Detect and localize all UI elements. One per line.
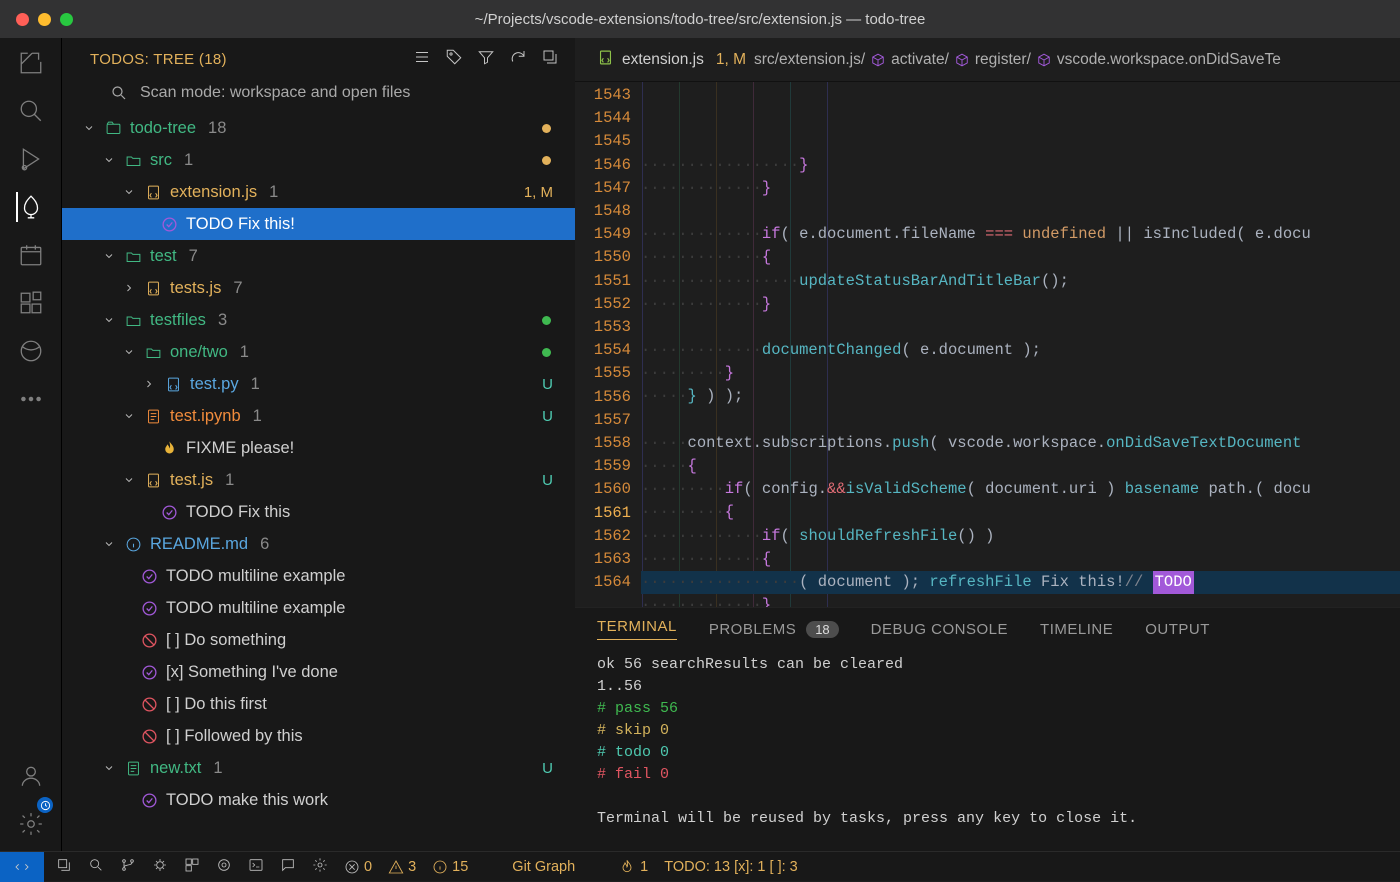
status-fixme[interactable]: 1 <box>619 859 648 875</box>
tree-fixme[interactable]: FIXME please! <box>62 432 575 464</box>
code-editor[interactable]: 1543154415451546154715481549155015511552… <box>575 82 1400 607</box>
tree-file-new-txt[interactable]: new.txt 1 U <box>62 752 575 784</box>
sync-badge-icon <box>37 797 53 813</box>
status-search-icon[interactable] <box>88 857 104 877</box>
tab-debug-console[interactable]: DEBUG CONSOLE <box>871 621 1008 638</box>
tree-file-tests-js[interactable]: tests.js 7 <box>62 272 575 304</box>
sidebar: TODOS: TREE (18) Scan mode: workspace an… <box>62 38 575 851</box>
code-lines[interactable]: ·················}·············}········… <box>641 82 1400 607</box>
calendar-icon[interactable] <box>16 240 46 270</box>
tree-todo-fix2[interactable]: TODO Fix this <box>62 496 575 528</box>
todo-tree-icon[interactable] <box>16 192 46 222</box>
chevron-down-icon[interactable] <box>82 122 96 134</box>
tag-icon[interactable] <box>445 48 463 70</box>
sidebar-header: TODOS: TREE (18) <box>62 38 575 78</box>
status-target-icon[interactable] <box>216 857 232 877</box>
terminal-output[interactable]: ok 56 searchResults can be cleared 1..56… <box>575 650 1400 851</box>
modified-dot-icon <box>542 124 551 133</box>
status-layout-icon[interactable] <box>184 857 200 877</box>
editor-tabbar: extension.js 1, M src/extension.js/ acti… <box>575 38 1400 82</box>
tree-item[interactable]: [x] Something I've done <box>62 656 575 688</box>
tree-root[interactable]: todo-tree 18 <box>62 112 575 144</box>
search-icon[interactable] <box>16 96 46 126</box>
status-debug-icon[interactable] <box>152 857 168 877</box>
editor-tab[interactable]: extension.js 1, M <box>622 51 746 69</box>
status-terminal-icon[interactable] <box>248 857 264 877</box>
tree-item[interactable]: TODO multiline example <box>62 592 575 624</box>
tree-item[interactable]: [ ] Followed by this <box>62 720 575 752</box>
filter-icon[interactable] <box>477 48 495 70</box>
window-title: ~/Projects/vscode-extensions/todo-tree/s… <box>475 11 926 28</box>
remote-button[interactable] <box>0 852 44 882</box>
tree-item-label: todo-tree <box>130 119 196 138</box>
tree-folder-test[interactable]: test 7 <box>62 240 575 272</box>
status-icon[interactable] <box>56 857 72 877</box>
tree-file-test-ipynb[interactable]: test.ipynb 1 U <box>62 400 575 432</box>
refresh-icon[interactable] <box>509 48 527 70</box>
status-gear-icon[interactable] <box>312 857 328 877</box>
modified-dot-icon <box>542 156 551 165</box>
sidebar-title: TODOS: TREE (18) <box>90 51 227 68</box>
problems-badge: 18 <box>806 621 838 638</box>
todo-tree: todo-tree 18 src 1 e <box>62 112 575 851</box>
explorer-icon[interactable] <box>16 48 46 78</box>
tree-item[interactable]: TODO multiline example <box>62 560 575 592</box>
account-icon[interactable] <box>16 761 46 791</box>
more-icon[interactable] <box>16 384 46 414</box>
activity-bar <box>0 38 62 851</box>
tab-timeline[interactable]: TIMELINE <box>1040 621 1113 638</box>
scan-mode-row[interactable]: Scan mode: workspace and open files <box>62 78 575 112</box>
window-controls <box>16 13 73 26</box>
collapse-icon[interactable] <box>541 48 559 70</box>
tree-item[interactable]: TODO make this work <box>62 784 575 816</box>
tree-folder-testfiles[interactable]: testfiles 3 <box>62 304 575 336</box>
panel-tabs: TERMINAL PROBLEMS 18 DEBUG CONSOLE TIMEL… <box>575 608 1400 650</box>
status-warnings[interactable]: 3 <box>388 859 416 875</box>
status-todo-counts[interactable]: TODO: 13 [x]: 1 [ ]: 3 <box>664 859 798 875</box>
tree-item[interactable]: [ ] Do this first <box>62 688 575 720</box>
bottom-panel: TERMINAL PROBLEMS 18 DEBUG CONSOLE TIMEL… <box>575 607 1400 851</box>
tree-file-extension-js[interactable]: extension.js 1 1, M <box>62 176 575 208</box>
list-view-icon[interactable] <box>413 48 431 70</box>
tree-item[interactable]: [ ] Do something <box>62 624 575 656</box>
tab-output[interactable]: OUTPUT <box>1145 621 1210 638</box>
minimize-window-button[interactable] <box>38 13 51 26</box>
breadcrumb[interactable]: src/extension.js/ activate/ register/ vs… <box>754 51 1281 69</box>
settings-gear-icon[interactable] <box>16 809 46 839</box>
editor-area: extension.js 1, M src/extension.js/ acti… <box>575 38 1400 851</box>
tree-todo-selected[interactable]: TODO Fix this! <box>62 208 575 240</box>
scan-mode-label: Scan mode: workspace and open files <box>140 84 410 102</box>
sphere-icon[interactable] <box>16 336 46 366</box>
tree-folder-src[interactable]: src 1 <box>62 144 575 176</box>
tree-folder-onetwo[interactable]: one/two 1 <box>62 336 575 368</box>
run-debug-icon[interactable] <box>16 144 46 174</box>
titlebar: ~/Projects/vscode-extensions/todo-tree/s… <box>0 0 1400 38</box>
tree-file-readme[interactable]: README.md 6 <box>62 528 575 560</box>
tab-problems[interactable]: PROBLEMS <box>709 621 796 638</box>
tree-file-test-py[interactable]: test.py 1 U <box>62 368 575 400</box>
status-bar: 0 3 15 Git Graph 1 TODO: 13 [x]: 1 [ ]: … <box>0 851 1400 881</box>
untracked-dot-icon <box>542 316 551 325</box>
tree-file-test-js[interactable]: test.js 1 U <box>62 464 575 496</box>
line-gutter: 1543154415451546154715481549155015511552… <box>575 82 641 607</box>
file-icon <box>597 49 614 71</box>
status-branch-icon[interactable] <box>120 857 136 877</box>
status-chat-icon[interactable] <box>280 857 296 877</box>
status-errors[interactable]: 0 <box>344 859 372 875</box>
untracked-dot-icon <box>542 348 551 357</box>
close-window-button[interactable] <box>16 13 29 26</box>
extensions-icon[interactable] <box>16 288 46 318</box>
maximize-window-button[interactable] <box>60 13 73 26</box>
status-info[interactable]: 15 <box>432 859 468 875</box>
status-git-graph[interactable]: Git Graph <box>512 859 575 875</box>
tab-terminal[interactable]: TERMINAL <box>597 618 677 640</box>
